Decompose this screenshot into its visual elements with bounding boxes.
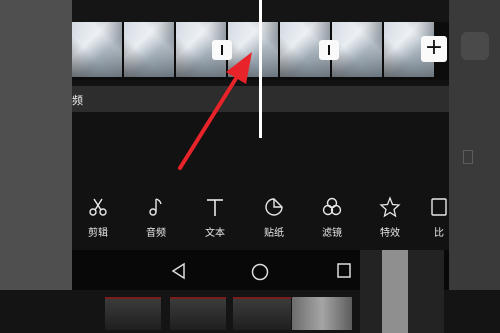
video-frame-thumbnail [332, 22, 382, 77]
tool-label: 剪辑 [88, 228, 108, 239]
video-frame-thumbnail [124, 22, 174, 77]
timeline-top-bar [72, 0, 452, 22]
tool-label: 文本 [205, 228, 225, 239]
back-triangle-icon[interactable] [170, 262, 188, 280]
tool-edit[interactable]: 剪辑 [78, 190, 118, 240]
video-editor-screen: + 频 剪辑 音频 文本 贴纸 滤镜 特效 比 [0, 0, 500, 333]
playhead[interactable] [259, 0, 262, 138]
ghost-app-icon [461, 32, 489, 60]
recents-square-icon[interactable] [336, 262, 354, 280]
background-thumbnail [170, 297, 226, 330]
video-frame-thumbnail [228, 22, 278, 77]
right-overlay-panel [449, 0, 500, 290]
tool-audio[interactable]: 音频 [136, 190, 176, 240]
tool-ratio[interactable]: 比 [428, 190, 450, 240]
divider-icon [221, 45, 223, 55]
tool-filter[interactable]: 滤镜 [312, 190, 352, 240]
divider-icon [328, 45, 330, 55]
effects-star-icon [379, 196, 401, 218]
ghost-phone-icon [463, 150, 473, 164]
ratio-icon [431, 198, 447, 216]
filter-icon [322, 197, 342, 216]
background-thumbnail [105, 297, 161, 330]
clip-transition-button[interactable] [319, 40, 339, 60]
tool-sticker[interactable]: 贴纸 [254, 190, 294, 240]
tool-label: 贴纸 [264, 228, 284, 239]
video-frame-thumbnail [72, 22, 122, 77]
bottom-toolbar: 剪辑 音频 文本 贴纸 滤镜 特效 比 [72, 190, 450, 250]
tool-label: 比 [434, 228, 444, 239]
tool-label: 音频 [146, 228, 166, 239]
tool-label: 滤镜 [322, 228, 342, 239]
clip-transition-button[interactable] [212, 40, 232, 60]
audio-track-label: 频 [72, 94, 83, 107]
background-thumbnail [233, 297, 291, 330]
left-overlay-panel [0, 0, 72, 290]
music-note-icon [149, 198, 162, 216]
add-clip-button[interactable]: + [421, 36, 447, 62]
text-icon [207, 199, 223, 216]
background-thumbnail [292, 297, 352, 330]
tool-label: 特效 [380, 228, 400, 239]
tool-effects[interactable]: 特效 [370, 190, 410, 240]
background-bar [382, 250, 408, 333]
scissors-icon [89, 198, 107, 216]
video-clip-strip[interactable] [72, 22, 452, 77]
sticker-icon [265, 198, 283, 216]
tool-text[interactable]: 文本 [195, 190, 235, 240]
home-circle-icon[interactable] [250, 262, 270, 282]
